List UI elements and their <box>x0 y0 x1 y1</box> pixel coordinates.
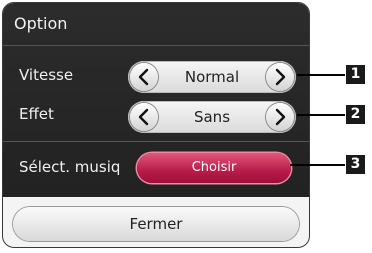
callout-line-1 <box>297 74 345 76</box>
chevron-left-icon <box>138 68 149 86</box>
speed-prev-button[interactable] <box>130 63 158 91</box>
callout-2: 2 <box>346 105 365 124</box>
divider <box>3 45 309 46</box>
effect-selector[interactable]: Sans <box>128 101 296 133</box>
chevron-left-icon <box>138 108 149 126</box>
dialog-title: Option <box>14 14 68 33</box>
callout-3: 3 <box>346 155 365 174</box>
effect-value: Sans <box>193 108 231 126</box>
close-button[interactable]: Fermer <box>13 207 299 241</box>
dialog-body: Option Vitesse Normal Effet Sans Sélect.… <box>3 3 309 197</box>
callout-line-2 <box>297 114 345 116</box>
choose-music-button[interactable]: Choisir <box>137 153 291 183</box>
chevron-right-icon <box>275 68 286 86</box>
callout-line-3 <box>290 164 345 166</box>
effect-prev-button[interactable] <box>130 103 158 131</box>
chevron-right-icon <box>275 108 286 126</box>
speed-selector[interactable]: Normal <box>128 61 296 93</box>
callout-1: 1 <box>346 65 365 84</box>
speed-value: Normal <box>184 68 240 86</box>
divider <box>3 141 309 142</box>
speed-label: Vitesse <box>19 66 74 84</box>
effect-next-button[interactable] <box>266 103 294 131</box>
option-dialog: Option Vitesse Normal Effet Sans Sélect.… <box>2 2 310 248</box>
effect-label: Effet <box>19 105 54 123</box>
music-select-label: Sélect. musiq <box>19 158 121 176</box>
speed-next-button[interactable] <box>266 63 294 91</box>
